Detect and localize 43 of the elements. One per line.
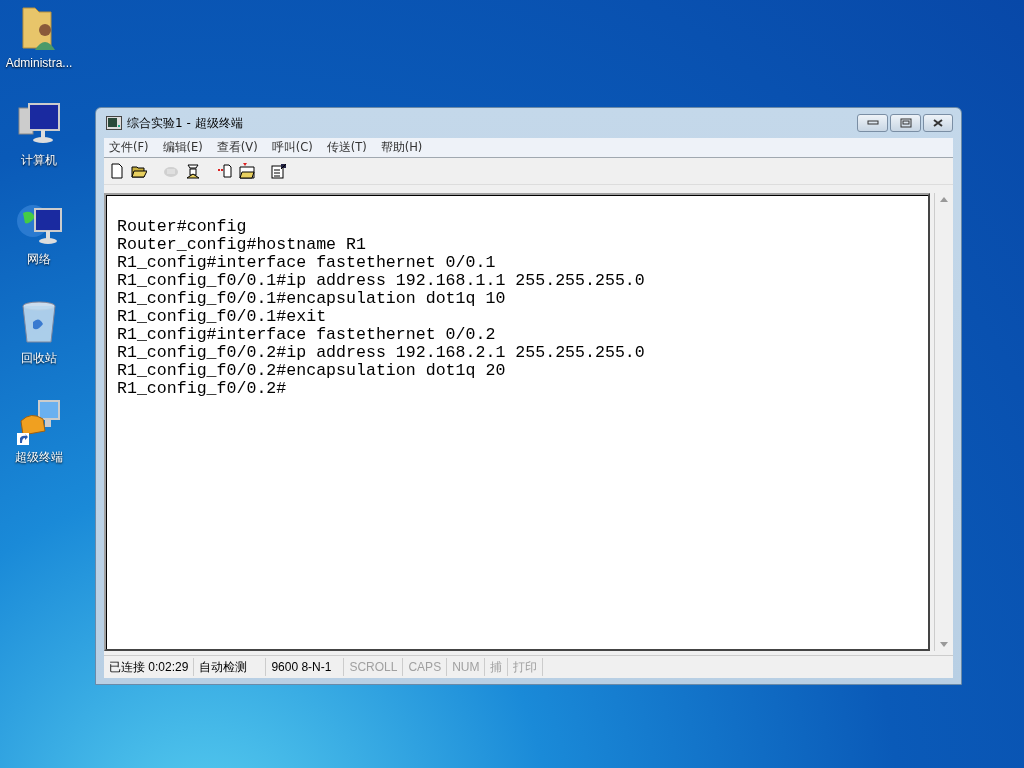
menu-item[interactable]: 文件(F): [109, 140, 149, 155]
terminal-line: R1_config_f0/0.1#exit: [117, 308, 328, 326]
desktop-icon-label[interactable]: 回收站: [21, 350, 57, 367]
new-document-icon[interactable]: [109, 163, 125, 179]
desktop-icon-label[interactable]: 计算机: [21, 152, 57, 169]
close-icon: [932, 118, 944, 128]
folder-icon[interactable]: [131, 163, 147, 179]
desktop-icon-label[interactable]: 超级终端: [15, 449, 63, 466]
terminal-line: R1_config#interface fastethernet 0/0.1: [117, 254, 497, 272]
desktop-icon-label[interactable]: Administra...: [5, 56, 73, 70]
menu-item[interactable]: 传送(T): [326, 140, 367, 155]
terminal-screen[interactable]: [104, 193, 930, 651]
terminal-line: R1_config_f0/0.2#encapsulation dot1q 20: [117, 362, 507, 380]
status-field: NUM: [447, 658, 486, 676]
terminal-line: Router#config: [117, 218, 248, 236]
close-button[interactable]: [923, 114, 953, 132]
minimize-icon: [866, 120, 879, 126]
properties-icon[interactable]: [271, 163, 287, 179]
terminal-line: R1_config_f0/0.1#encapsulation dot1q 10: [117, 290, 507, 308]
terminal-icon: [106, 116, 122, 130]
menu-item[interactable]: 编辑(E): [162, 140, 203, 155]
terminal-line: R1_config_f0/0.1#ip address 192.168.1.1 255.255.255.0: [117, 272, 646, 290]
terminal-line: R1_config#interface fastethernet 0/0.2: [117, 326, 497, 344]
status-field: 自动检测: [194, 658, 267, 676]
menu-item[interactable]: 呼叫(C): [271, 140, 313, 155]
menu-item[interactable]: 帮助(H): [380, 140, 423, 155]
maximize-icon: [899, 118, 912, 128]
send-document-icon[interactable]: [217, 163, 233, 179]
status-field: 捕: [485, 658, 509, 676]
menu-item[interactable]: 查看(V): [216, 140, 258, 155]
status-field: 已连接 0:02:29: [104, 658, 195, 676]
receive-folder-icon[interactable]: [239, 163, 255, 179]
terminal-line: R1_config_f0/0.2#ip address 192.168.2.1 255.255.255.0: [117, 344, 646, 362]
minimize-button[interactable]: [857, 114, 888, 132]
status-field: 打印: [508, 658, 544, 676]
desktop-icon-label[interactable]: 网络: [27, 251, 51, 268]
status-field: 9600 8-N-1: [266, 658, 345, 676]
status-field: CAPS: [403, 658, 448, 676]
status-field: SCROLL: [344, 658, 404, 676]
window-title: 综合实验1 - 超级终端: [127, 114, 243, 132]
telephone-computer-icon[interactable]: [15, 397, 63, 447]
terminal-line: R1_config_f0/0.2#: [117, 380, 288, 398]
terminal-line: Router_config#hostname R1: [117, 236, 367, 254]
